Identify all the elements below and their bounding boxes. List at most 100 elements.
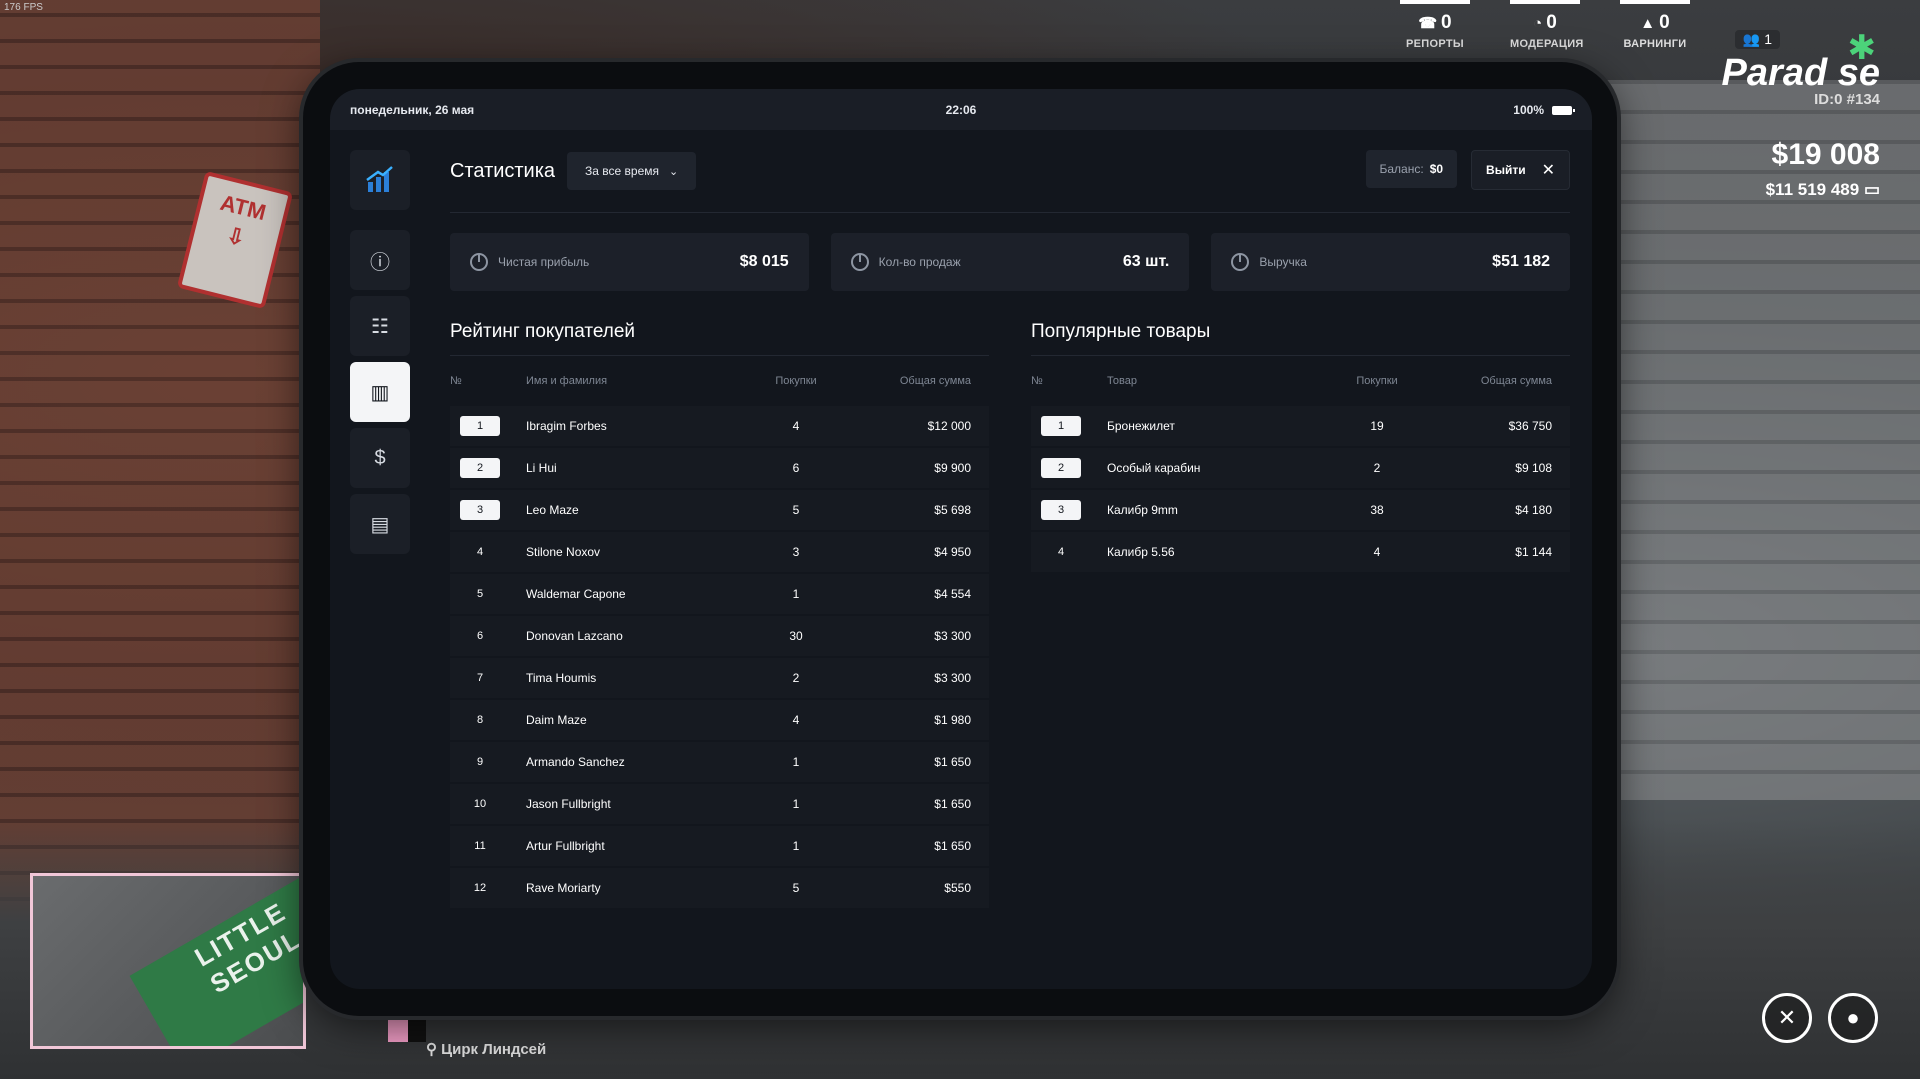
table-row: 6 Donovan Lazcano 30 $3 300 xyxy=(450,616,989,656)
table-row: 3 Leo Maze 5 $5 698 xyxy=(450,490,989,530)
row-name: Особый карабин xyxy=(1107,461,1201,475)
rank-badge: 7 xyxy=(476,672,484,684)
row-purchases: 1 xyxy=(792,755,800,769)
table-row: 4 Калибр 5.56 4 $1 144 xyxy=(1031,532,1570,572)
table-row: 3 Калибр 9mm 38 $4 180 xyxy=(1031,490,1570,530)
row-total: $9 900 xyxy=(934,461,971,475)
armor-bar xyxy=(408,1018,426,1042)
row-purchases: 1 xyxy=(792,587,800,601)
table-row: 2 Особый карабин 2 $9 108 xyxy=(1031,448,1570,488)
sidebar-item-finance[interactable]: $ xyxy=(350,428,410,488)
rank-badge: 6 xyxy=(476,630,484,642)
table-row: 10 Jason Fullbright 1 $1 650 xyxy=(450,784,989,824)
pie-chart-icon xyxy=(850,253,869,271)
row-name: Бронежилет xyxy=(1107,419,1175,433)
info-icon: ⓘ xyxy=(370,251,390,274)
fps-counter: 176 FPS xyxy=(4,2,43,13)
bank-amount: $11 519 489 ▭ xyxy=(1765,180,1880,199)
online-counter: 👥 1 xyxy=(1734,30,1780,49)
row-name: Artur Fullbright xyxy=(526,839,605,853)
row-total: $36 750 xyxy=(1508,419,1552,433)
row-name: Donovan Lazcano xyxy=(526,629,623,643)
sidebar: ⓘ ☷ ▥ $ ▤ xyxy=(350,150,410,560)
status-bar: понедельник, 26 мая 22:06 100% xyxy=(330,89,1592,130)
tools-button[interactable]: ✕ xyxy=(1762,993,1812,1043)
rank-badge: 3 xyxy=(460,500,500,520)
popular-products: Популярные товары № Товар Покупки Общая … xyxy=(1031,321,1570,910)
row-purchases: 4 xyxy=(792,713,800,727)
row-total: $1 650 xyxy=(934,797,971,811)
summary-cards: Чистая прибыль $8 015 Кол-во продаж 63 ш… xyxy=(450,233,1571,291)
rank-badge: 2 xyxy=(460,458,500,478)
exit-button[interactable]: Выйти ✕ xyxy=(1471,150,1570,190)
row-purchases: 19 xyxy=(1370,419,1384,433)
row-total: $1 980 xyxy=(934,713,971,727)
row-name: Калибр 5.56 xyxy=(1107,545,1175,559)
row-purchases: 4 xyxy=(792,419,800,433)
list-settings-icon: ☷ xyxy=(371,315,389,338)
rank-badge: 1 xyxy=(1041,416,1081,436)
crossed-tools-icon: ✕ xyxy=(1777,1005,1797,1030)
row-total: $12 000 xyxy=(927,419,971,433)
page-header: Статистика За все время ⌄ Баланс: $0 Выйти… xyxy=(450,150,1570,192)
popular-products-title: Популярные товары xyxy=(1031,321,1211,342)
sidebar-item-statistics[interactable]: ▥ xyxy=(350,362,410,422)
row-purchases: 1 xyxy=(792,839,800,853)
row-total: $3 300 xyxy=(934,629,971,643)
water-button[interactable]: ● xyxy=(1828,993,1878,1043)
moderation-icon: ◔ xyxy=(1533,15,1543,32)
row-purchases: 1 xyxy=(792,797,800,811)
table-row: 9 Armando Sanchez 1 $1 650 xyxy=(450,742,989,782)
app-logo xyxy=(350,150,410,210)
table-header: № Товар Покупки Общая сумма xyxy=(1031,375,1552,387)
bar-chart-icon: ▥ xyxy=(370,381,390,404)
clipboard-icon: ▤ xyxy=(370,513,390,536)
products-rows: 1 Бронежилет 19 $36 750 2 Особый карабин 2 $9 1… xyxy=(1031,406,1570,572)
warnings-counter: ▲ 0 ВАРНИНГИ xyxy=(1620,0,1690,50)
rank-badge: 10 xyxy=(473,798,487,810)
rank-badge: 4 xyxy=(1057,546,1065,558)
tablet-screen: понедельник, 26 мая 22:06 100% ⓘ ☷ ▥ $ ▤… xyxy=(330,89,1592,989)
rank-badge: 4 xyxy=(476,546,484,558)
rank-badge: 2 xyxy=(1041,458,1081,478)
row-purchases: 6 xyxy=(792,461,800,475)
row-purchases: 38 xyxy=(1370,503,1384,517)
table-row: 11 Artur Fullbright 1 $1 650 xyxy=(450,826,989,866)
row-purchases: 5 xyxy=(792,881,800,895)
growth-chart-icon xyxy=(366,166,393,192)
table-row: 4 Stilone Noxov 3 $4 950 xyxy=(450,532,989,572)
row-total: $4 554 xyxy=(934,587,971,601)
hud-counters: ☎ 0 РЕПОРТЫ ◔ 0 МОДЕРАЦИЯ ▲ 0 ВАРНИНГИ xyxy=(1400,0,1690,50)
row-total: $4 950 xyxy=(934,545,971,559)
row-name: Ibragim Forbes xyxy=(526,419,607,433)
sales-count-card: Кол-во продаж 63 шт. xyxy=(830,233,1190,291)
row-name: Waldemar Capone xyxy=(526,587,626,601)
main-content: Статистика За все время ⌄ Баланс: $0 Выйти… xyxy=(450,150,1571,910)
row-name: Stilone Noxov xyxy=(526,545,601,559)
status-date: понедельник, 26 мая xyxy=(350,102,475,117)
card-icon: ▭ xyxy=(1863,180,1880,199)
period-dropdown[interactable]: За все время ⌄ xyxy=(567,152,697,190)
rank-badge: 12 xyxy=(473,882,487,894)
pie-chart-icon xyxy=(1231,253,1250,271)
table-row: 5 Waldemar Capone 1 $4 554 xyxy=(450,574,989,614)
row-purchases: 2 xyxy=(1373,461,1381,475)
battery-indicator: 100% xyxy=(1513,103,1575,117)
net-profit-card: Чистая прибыль $8 015 xyxy=(450,233,809,291)
page-title: Статистика xyxy=(450,159,556,182)
rank-badge: 11 xyxy=(474,840,486,852)
location-label: ⚲ Цирк Линдсей xyxy=(426,1041,547,1058)
row-name: Jason Fullbright xyxy=(526,797,611,811)
sidebar-item-orders[interactable]: ▤ xyxy=(350,494,410,554)
location-pin-icon: ⚲ xyxy=(426,1041,437,1058)
sidebar-item-info[interactable]: ⓘ xyxy=(350,230,410,290)
table-row: 1 Ibragim Forbes 4 $12 000 xyxy=(450,406,989,446)
row-name: Rave Moriarty xyxy=(526,881,601,895)
sidebar-item-products[interactable]: ☷ xyxy=(350,296,410,356)
table-row: 1 Бронежилет 19 $36 750 xyxy=(1031,406,1570,446)
pie-chart-icon xyxy=(470,253,488,271)
row-name: Калибр 9mm xyxy=(1107,503,1178,517)
table-header: № Имя и фамилия Покупки Общая сумма xyxy=(450,375,971,387)
header-divider xyxy=(450,212,1570,213)
moderation-counter: ◔ 0 МОДЕРАЦИЯ xyxy=(1510,0,1583,50)
